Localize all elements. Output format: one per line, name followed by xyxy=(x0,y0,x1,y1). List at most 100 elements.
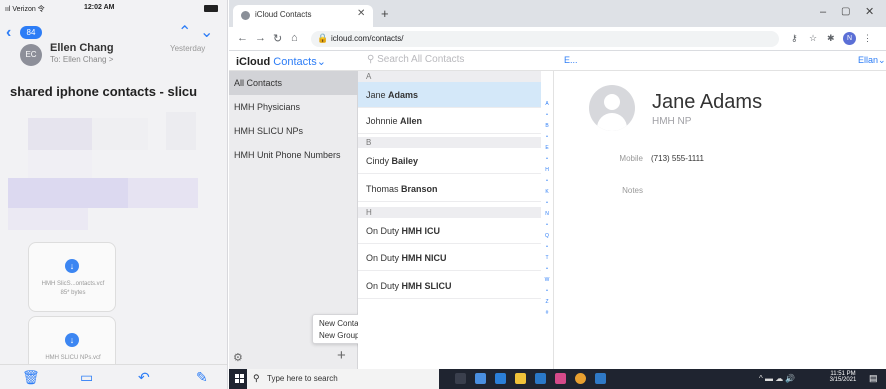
contact-row[interactable]: On Duty HMH SLICU xyxy=(358,273,541,299)
tab-icloud-contacts[interactable]: iCloud Contacts ✕ xyxy=(233,5,373,27)
contact-row[interactable]: On Duty HMH NICU xyxy=(358,245,541,271)
index-letter[interactable]: • xyxy=(542,222,552,228)
group-all-contacts[interactable]: All Contacts xyxy=(229,71,358,95)
close-tab-icon[interactable]: ✕ xyxy=(357,8,365,19)
forward-arrow-icon[interactable]: → xyxy=(255,32,266,44)
recipient-line[interactable]: To: Ellen Chang > xyxy=(50,55,113,64)
back-arrow-icon[interactable]: ← xyxy=(237,32,248,44)
trash-icon[interactable]: 🗑 xyxy=(22,369,40,386)
index-letter[interactable]: • xyxy=(542,288,552,294)
window-close-icon[interactable]: ✕ xyxy=(865,5,874,18)
back-chevron-icon[interactable]: ‹ xyxy=(6,24,11,42)
taskbar-search-input[interactable]: ⚲ Type here to search xyxy=(247,369,439,389)
index-letter[interactable]: W xyxy=(542,277,552,283)
index-letter[interactable]: • xyxy=(542,200,552,206)
redacted-block xyxy=(8,208,88,230)
tab-strip: iCloud Contacts ✕ + – ▢ ✕ xyxy=(229,0,886,27)
gear-icon[interactable]: ⚙ xyxy=(233,351,243,364)
key-icon[interactable]: ⚷ xyxy=(791,33,798,44)
index-letter[interactable]: • xyxy=(542,266,552,272)
reload-icon[interactable]: ↻ xyxy=(273,32,282,45)
url-text: icloud.com/contacts/ xyxy=(331,34,404,43)
compose-icon[interactable]: ✎ xyxy=(196,369,208,386)
store-icon[interactable] xyxy=(535,373,546,384)
message-subject: shared iphone contacts - slicu xyxy=(10,84,198,99)
redacted-block xyxy=(166,112,196,150)
attachment-name: HMH SlicS...ontacts.vcf xyxy=(41,281,105,287)
task-view-icon[interactable] xyxy=(455,373,466,384)
phone-mail-view: ııl Verizon 令 12:02 AM ‹ 84 ⌃ ⌄ EC Ellen… xyxy=(0,0,228,389)
minimize-icon[interactable]: – xyxy=(820,6,826,18)
edge-legacy-icon[interactable] xyxy=(475,373,486,384)
index-letter[interactable]: B xyxy=(542,123,552,129)
group-hmh-physicians[interactable]: HMH Physicians xyxy=(229,95,358,119)
account-menu[interactable]: Ellan⌄ xyxy=(858,55,886,66)
edge-icon[interactable] xyxy=(495,373,506,384)
search-contacts-input[interactable]: ⚲ Search All Contacts xyxy=(367,54,464,65)
index-letter[interactable]: • xyxy=(542,134,552,140)
contact-row[interactable]: Jane Adams xyxy=(358,82,541,108)
group-hmh-slicu-nps[interactable]: HMH SLICU NPs xyxy=(229,119,358,143)
taskbar-search-placeholder: Type here to search xyxy=(267,374,338,383)
previous-message-icon[interactable]: ⌃ xyxy=(178,22,191,42)
attachment-card[interactable]: ↓ HMH SlicS...ontacts.vcf 85* bytes xyxy=(28,242,116,312)
unread-count-badge[interactable]: 84 xyxy=(20,26,42,39)
person-body xyxy=(597,113,627,131)
redacted-block xyxy=(28,118,92,150)
system-tray-icons[interactable]: ^ ▬ ☁ 🔊 xyxy=(759,374,795,383)
taskbar-clock[interactable]: 11:51 PM 3/15/2021 xyxy=(825,371,861,383)
contact-detail: Jane Adams HMH NP Mobile (713) 555-1111 … xyxy=(554,71,886,369)
contact-row[interactable]: Cindy Bailey xyxy=(358,148,541,174)
bookmark-star-icon[interactable]: ☆ xyxy=(809,33,817,44)
slack-icon[interactable] xyxy=(555,373,566,384)
chrome-icon[interactable] xyxy=(575,373,586,384)
index-letter[interactable]: Z xyxy=(542,299,552,305)
windows-start-icon[interactable] xyxy=(235,374,245,384)
notifications-icon[interactable]: ▤ xyxy=(869,373,878,384)
new-tab-icon[interactable]: + xyxy=(381,6,389,21)
app-title[interactable]: iCloud Contacts⌄ xyxy=(236,55,326,68)
contact-row[interactable]: On Duty HMH ICU xyxy=(358,218,541,244)
contact-row[interactable]: Thomas Branson xyxy=(358,176,541,202)
index-letter[interactable]: H xyxy=(542,167,552,173)
index-letter[interactable]: • xyxy=(542,156,552,162)
home-icon[interactable]: ⌂ xyxy=(291,32,298,44)
index-letter[interactable]: # xyxy=(542,310,552,316)
lock-icon: 🔒 xyxy=(317,33,329,43)
menu-kebab-icon[interactable]: ⋮ xyxy=(863,33,872,44)
next-message-icon[interactable]: ⌄ xyxy=(200,22,213,42)
reply-icon[interactable]: ↶ xyxy=(138,369,150,386)
last-name: HMH ICU xyxy=(401,226,441,236)
clock-date: 3/15/2021 xyxy=(829,377,857,383)
url-field[interactable]: 🔒 icloud.com/contacts/ xyxy=(311,31,779,47)
index-letter[interactable]: K xyxy=(542,189,552,195)
edit-button[interactable]: E... xyxy=(564,55,578,65)
maximize-icon[interactable]: ▢ xyxy=(841,6,850,17)
index-letter[interactable]: • xyxy=(542,178,552,184)
index-letter[interactable]: • xyxy=(542,244,552,250)
contact-list: A Jane Adams Johnnie Allen B Cindy Baile… xyxy=(358,71,554,369)
signal-indicator: ııl Verizon 令 xyxy=(5,6,45,13)
contact-name: Jane Adams xyxy=(652,91,763,113)
index-letter[interactable]: • xyxy=(542,112,552,118)
folder-icon[interactable]: ▭ xyxy=(80,369,93,386)
screen: ııl Verizon 令 12:02 AM ‹ 84 ⌃ ⌄ EC Ellen… xyxy=(0,0,886,389)
add-icon[interactable]: + xyxy=(337,347,346,364)
contact-row[interactable]: Johnnie Allen xyxy=(358,108,541,134)
sender-avatar: EC xyxy=(20,44,42,66)
index-letter[interactable]: T xyxy=(542,255,552,261)
group-hmh-unit-phone-numbers[interactable]: HMH Unit Phone Numbers xyxy=(229,143,358,167)
mobile-value[interactable]: (713) 555-1111 xyxy=(651,154,704,163)
new-group-item[interactable]: New Group xyxy=(319,331,359,340)
index-letter[interactable]: Q xyxy=(542,233,552,239)
index-letter[interactable]: A xyxy=(542,101,552,107)
contact-avatar xyxy=(589,85,635,131)
mail-app-icon[interactable] xyxy=(595,373,606,384)
file-explorer-icon[interactable] xyxy=(515,373,526,384)
first-name: On Duty xyxy=(366,226,400,236)
index-letter[interactable]: E xyxy=(542,145,552,151)
search-placeholder: Search All Contacts xyxy=(377,54,465,65)
index-letter[interactable]: N xyxy=(542,211,552,217)
extensions-icon[interactable]: ✱ xyxy=(827,33,835,44)
profile-avatar[interactable]: N xyxy=(843,32,856,45)
